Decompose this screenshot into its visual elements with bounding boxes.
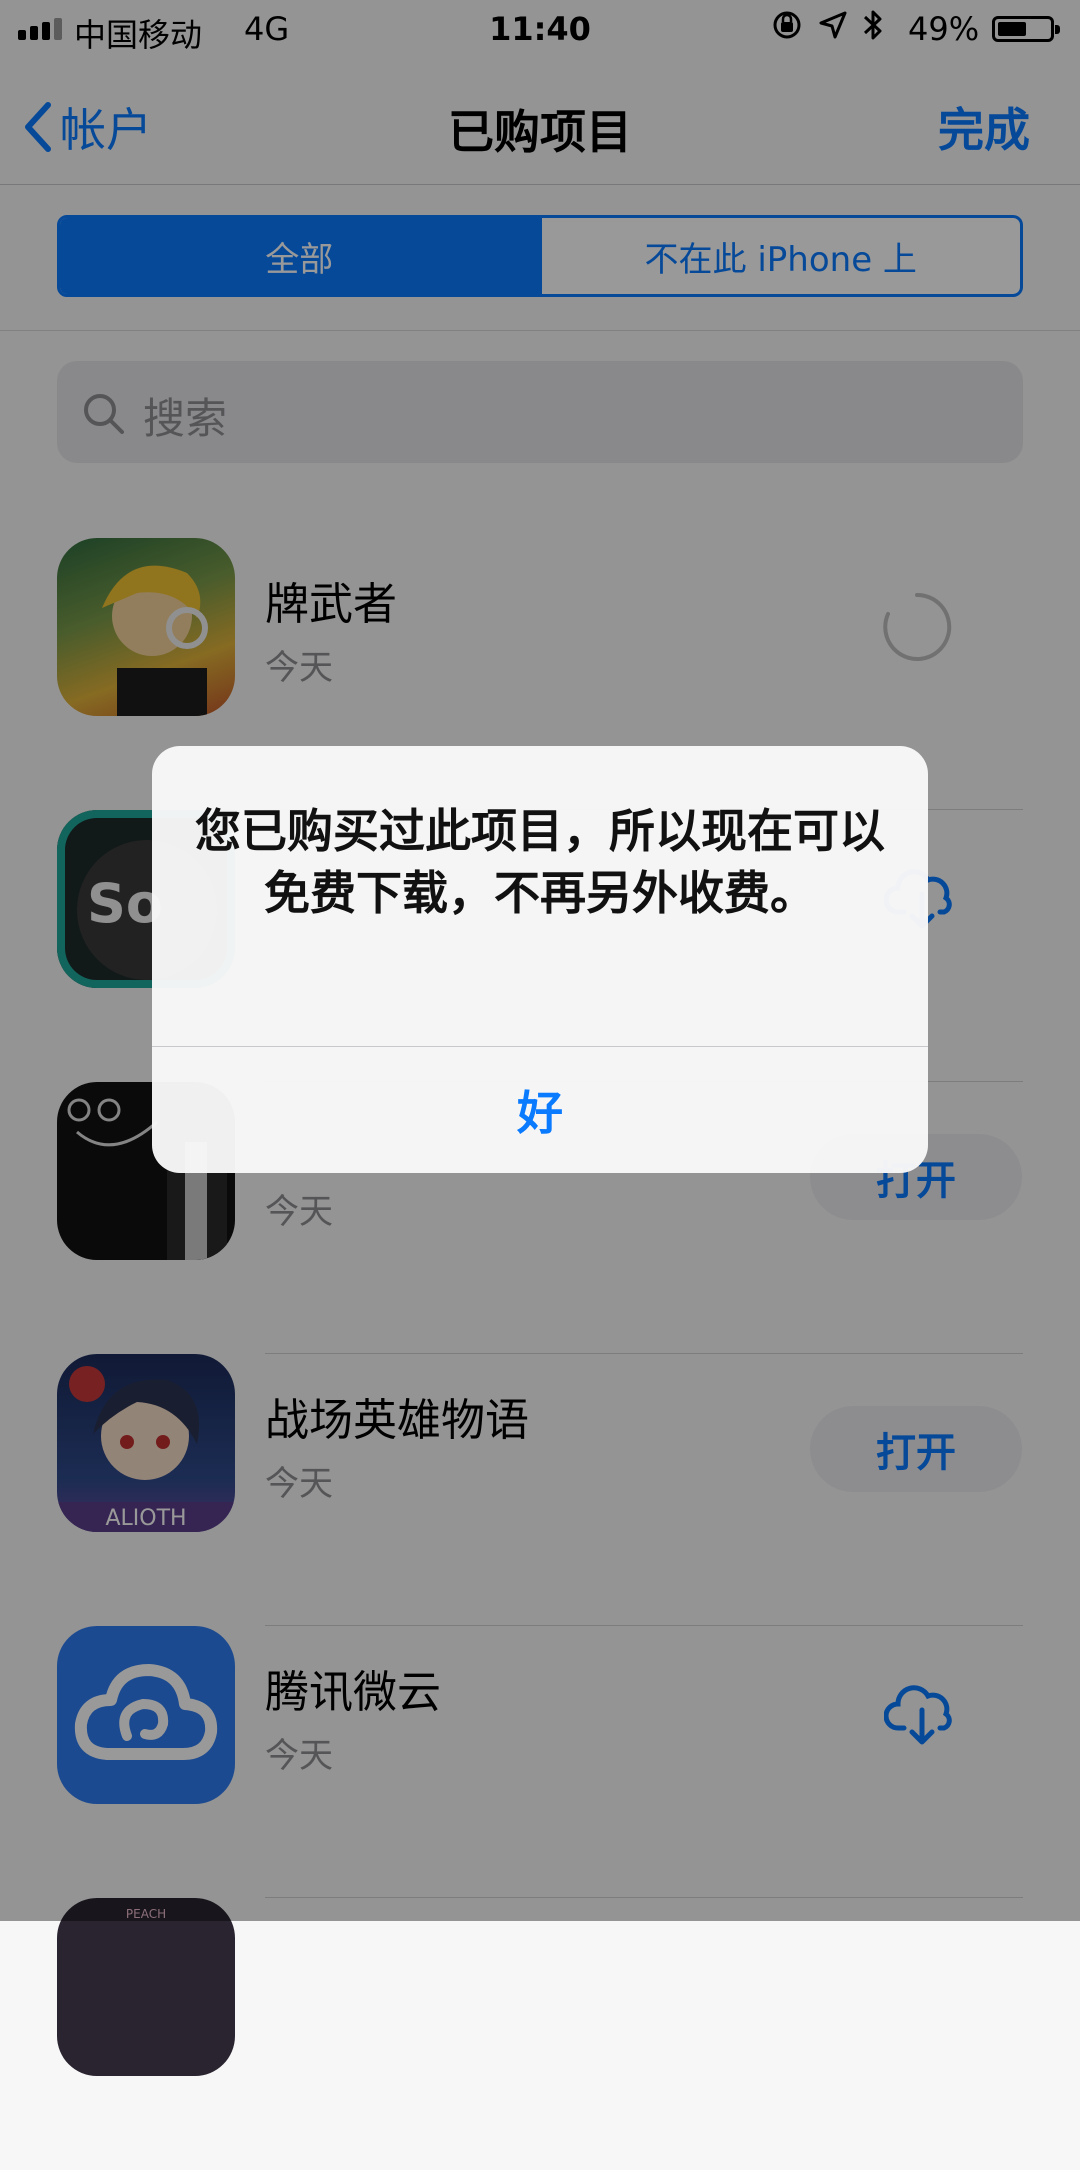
alert-dialog: 您已购买过此项目，所以现在可以免费下载，不再另外收费。 好 bbox=[152, 746, 928, 1173]
alert-message: 您已购买过此项目，所以现在可以免费下载，不再另外收费。 bbox=[195, 804, 885, 920]
ok-button[interactable]: 好 bbox=[152, 1047, 928, 1173]
list-item[interactable]: PEACH bbox=[0, 1898, 1080, 2170]
app-icon: PEACH bbox=[57, 1898, 235, 2076]
